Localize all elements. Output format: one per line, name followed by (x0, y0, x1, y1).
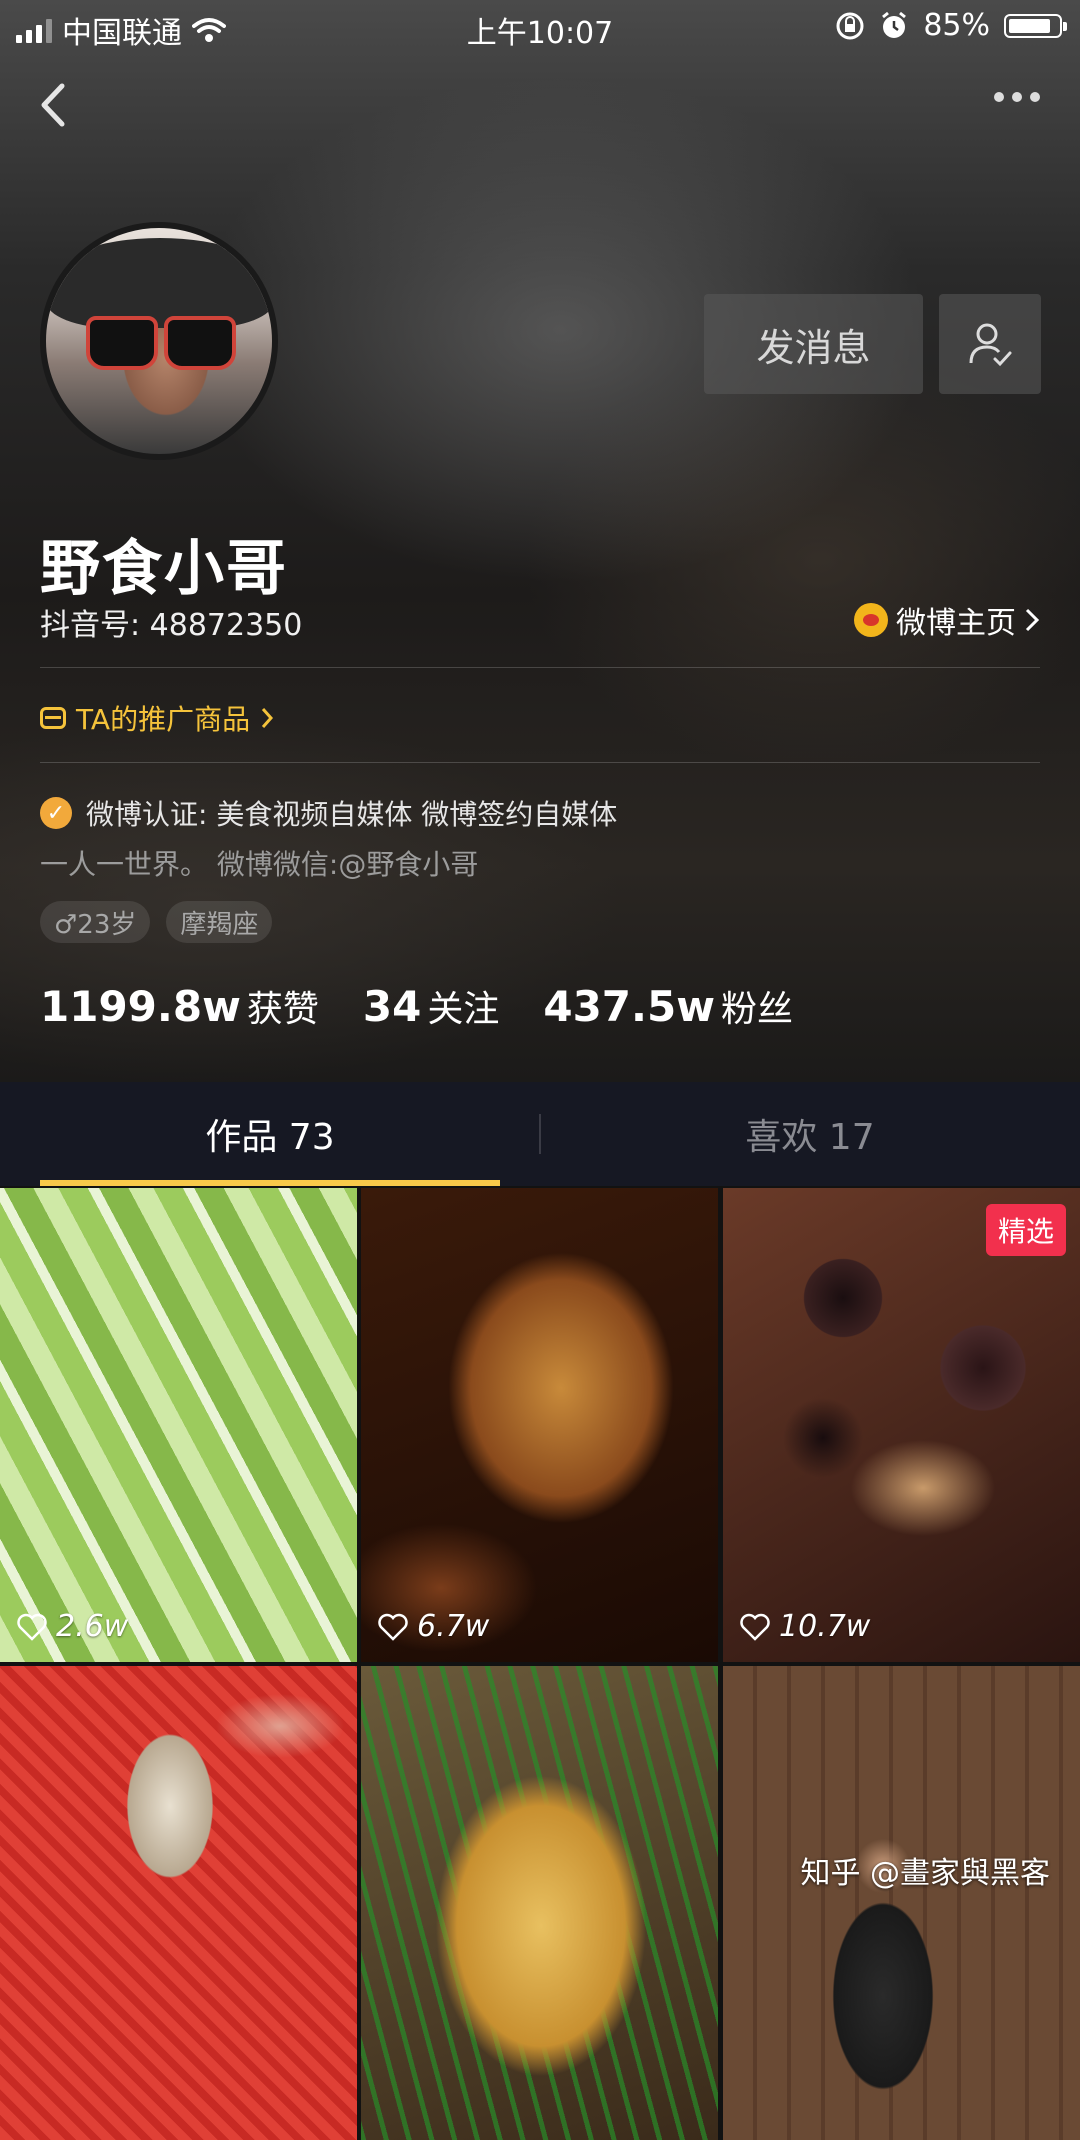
promo-products-link[interactable]: TA的推广商品 (40, 698, 274, 738)
heart-icon (740, 1613, 770, 1641)
video-thumbnail[interactable]: 6.7w (361, 1188, 718, 1662)
video-thumbnail[interactable] (361, 1666, 718, 2140)
video-likes: 10.7w (739, 1609, 870, 1644)
verified-check-icon: ✓ (40, 797, 72, 829)
video-likes: 2.6w (16, 1609, 128, 1644)
stat-following[interactable]: 34 关注 (363, 980, 499, 1032)
follow-button[interactable] (939, 294, 1041, 394)
heart-icon (17, 1613, 47, 1641)
weibo-icon (854, 603, 888, 637)
profile-tags: ♂23岁 摩羯座 (40, 901, 273, 943)
tab-works[interactable]: 作品 73 (0, 1082, 540, 1186)
bio-text: 一人一世界。 微博微信:@野食小哥 (40, 848, 479, 881)
video-likes: 6.7w (377, 1609, 489, 1644)
zodiac-tag: 摩羯座 (166, 901, 273, 943)
weibo-homepage-link[interactable]: 微博主页 (854, 598, 1040, 642)
video-thumbnail[interactable] (723, 1666, 1080, 2140)
tab-likes[interactable]: 喜欢 17 (540, 1082, 1080, 1186)
battery-icon (1004, 13, 1067, 38)
battery-percent: 85% (923, 8, 990, 43)
divider (40, 667, 1040, 668)
heart-icon (378, 1613, 408, 1641)
back-chevron-icon[interactable] (30, 80, 80, 130)
featured-badge: 精选 (985, 1204, 1066, 1256)
stat-followers[interactable]: 437.5w 粉丝 (543, 980, 793, 1032)
stat-likes[interactable]: 1199.8w 获赞 (40, 980, 319, 1032)
active-tab-indicator (40, 1180, 500, 1186)
more-options-icon[interactable] (994, 92, 1040, 102)
video-thumbnail[interactable] (0, 1666, 357, 2140)
profile-stats: 1199.8w 获赞 34 关注 437.5w 粉丝 (40, 980, 793, 1032)
gender-age-tag: ♂23岁 (40, 901, 151, 943)
weibo-link-label: 微博主页 (896, 606, 1016, 641)
video-thumbnail[interactable]: 2.6w (0, 1188, 357, 1662)
douyin-id: 抖音号: 48872350 (40, 608, 303, 643)
battery-fill (1009, 18, 1050, 33)
rotation-lock-icon (836, 12, 864, 39)
content-tabbar: 作品 73 喜欢 17 (0, 1082, 1080, 1186)
video-thumbnail[interactable]: 精选 10.7w (723, 1188, 1080, 1662)
shop-icon (40, 707, 66, 729)
promo-label: TA的推广商品 (76, 703, 251, 736)
verification-row: ✓ 微博认证: 美食视频自媒体 微博签约自媒体 (40, 793, 617, 833)
watermark-text: 知乎 @畫家與黑客 (800, 1856, 1050, 1891)
alarm-icon (882, 11, 907, 38)
verification-text: 微博认证: 美食视频自媒体 微博签约自媒体 (86, 798, 618, 831)
status-bar: 中国联通 上午10:07 85% (0, 0, 1080, 54)
chevron-right-icon (261, 708, 274, 728)
profile-name: 野食小哥 (40, 534, 288, 604)
send-message-button[interactable]: 发消息 (704, 294, 923, 394)
divider (40, 762, 1040, 763)
chevron-right-icon (1025, 608, 1040, 632)
avatar[interactable] (40, 222, 278, 460)
followed-user-icon (969, 323, 1012, 367)
